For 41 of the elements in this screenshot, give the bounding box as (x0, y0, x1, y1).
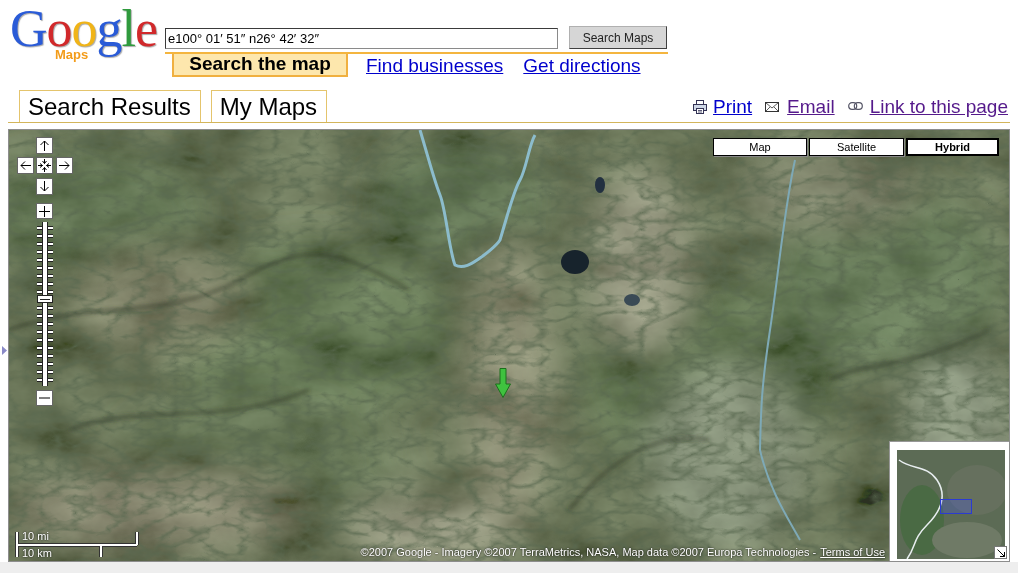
four-arrows-icon (38, 159, 51, 172)
panel-tab[interactable]: My Maps (210, 90, 328, 122)
copyright-text: ©2007 Google - Imagery ©2007 TerraMetrics, NASA, Map data ©2007 Europa Technologies - (360, 546, 817, 559)
search-maps-button[interactable]: Search Maps (569, 26, 667, 49)
page-link[interactable]: Link to this page (847, 96, 1008, 118)
search-tab[interactable]: Search the map (172, 54, 348, 77)
map-type-button[interactable]: Satellite (809, 138, 904, 156)
print-link[interactable]: Print (693, 96, 753, 118)
panel-tab[interactable]: Search Results (19, 90, 201, 122)
envelope-icon (765, 102, 780, 112)
map-type-button[interactable]: Map (713, 138, 807, 156)
arrow-marker-icon[interactable] (495, 368, 511, 398)
search-tab[interactable]: Find businesses (366, 54, 504, 77)
search-field[interactable]: e100° 01′ 51″ n26° 42′ 32″ (165, 28, 558, 49)
right-arrow-icon (59, 160, 70, 171)
pan-center-button[interactable] (36, 157, 53, 174)
left-arrow-icon (20, 160, 31, 171)
down-arrow-icon (39, 181, 50, 192)
plus-icon (39, 205, 50, 217)
overview-toggle-button[interactable] (994, 546, 1007, 559)
zoom-out-button[interactable] (36, 390, 53, 406)
minus-icon (39, 397, 50, 399)
overview-map-drawing[interactable] (897, 450, 1005, 559)
map-type-button[interactable]: Hybrid (906, 138, 999, 156)
email-link[interactable]: Email (765, 96, 835, 118)
printer-icon (693, 100, 708, 114)
chain-link-icon (847, 102, 863, 110)
triangle-icon[interactable] (2, 346, 7, 355)
up-arrow-icon (39, 140, 50, 151)
zoom-slider-track[interactable] (37, 222, 53, 386)
scale-miles-label: 10 mi (22, 531, 49, 542)
zoom-slider-thumb[interactable] (37, 295, 53, 303)
zoom-in-button[interactable] (36, 203, 53, 219)
pan-left-button[interactable] (17, 157, 34, 174)
pan-up-button[interactable] (36, 137, 53, 154)
scale-kilometers-label: 10 km (22, 548, 52, 559)
pan-right-button[interactable] (56, 157, 73, 174)
terms-of-use-link[interactable]: Terms of Use (820, 546, 885, 559)
diagonal-arrow-icon (996, 548, 1005, 557)
pan-down-button[interactable] (36, 178, 53, 195)
search-tab[interactable]: Get directions (523, 54, 641, 77)
